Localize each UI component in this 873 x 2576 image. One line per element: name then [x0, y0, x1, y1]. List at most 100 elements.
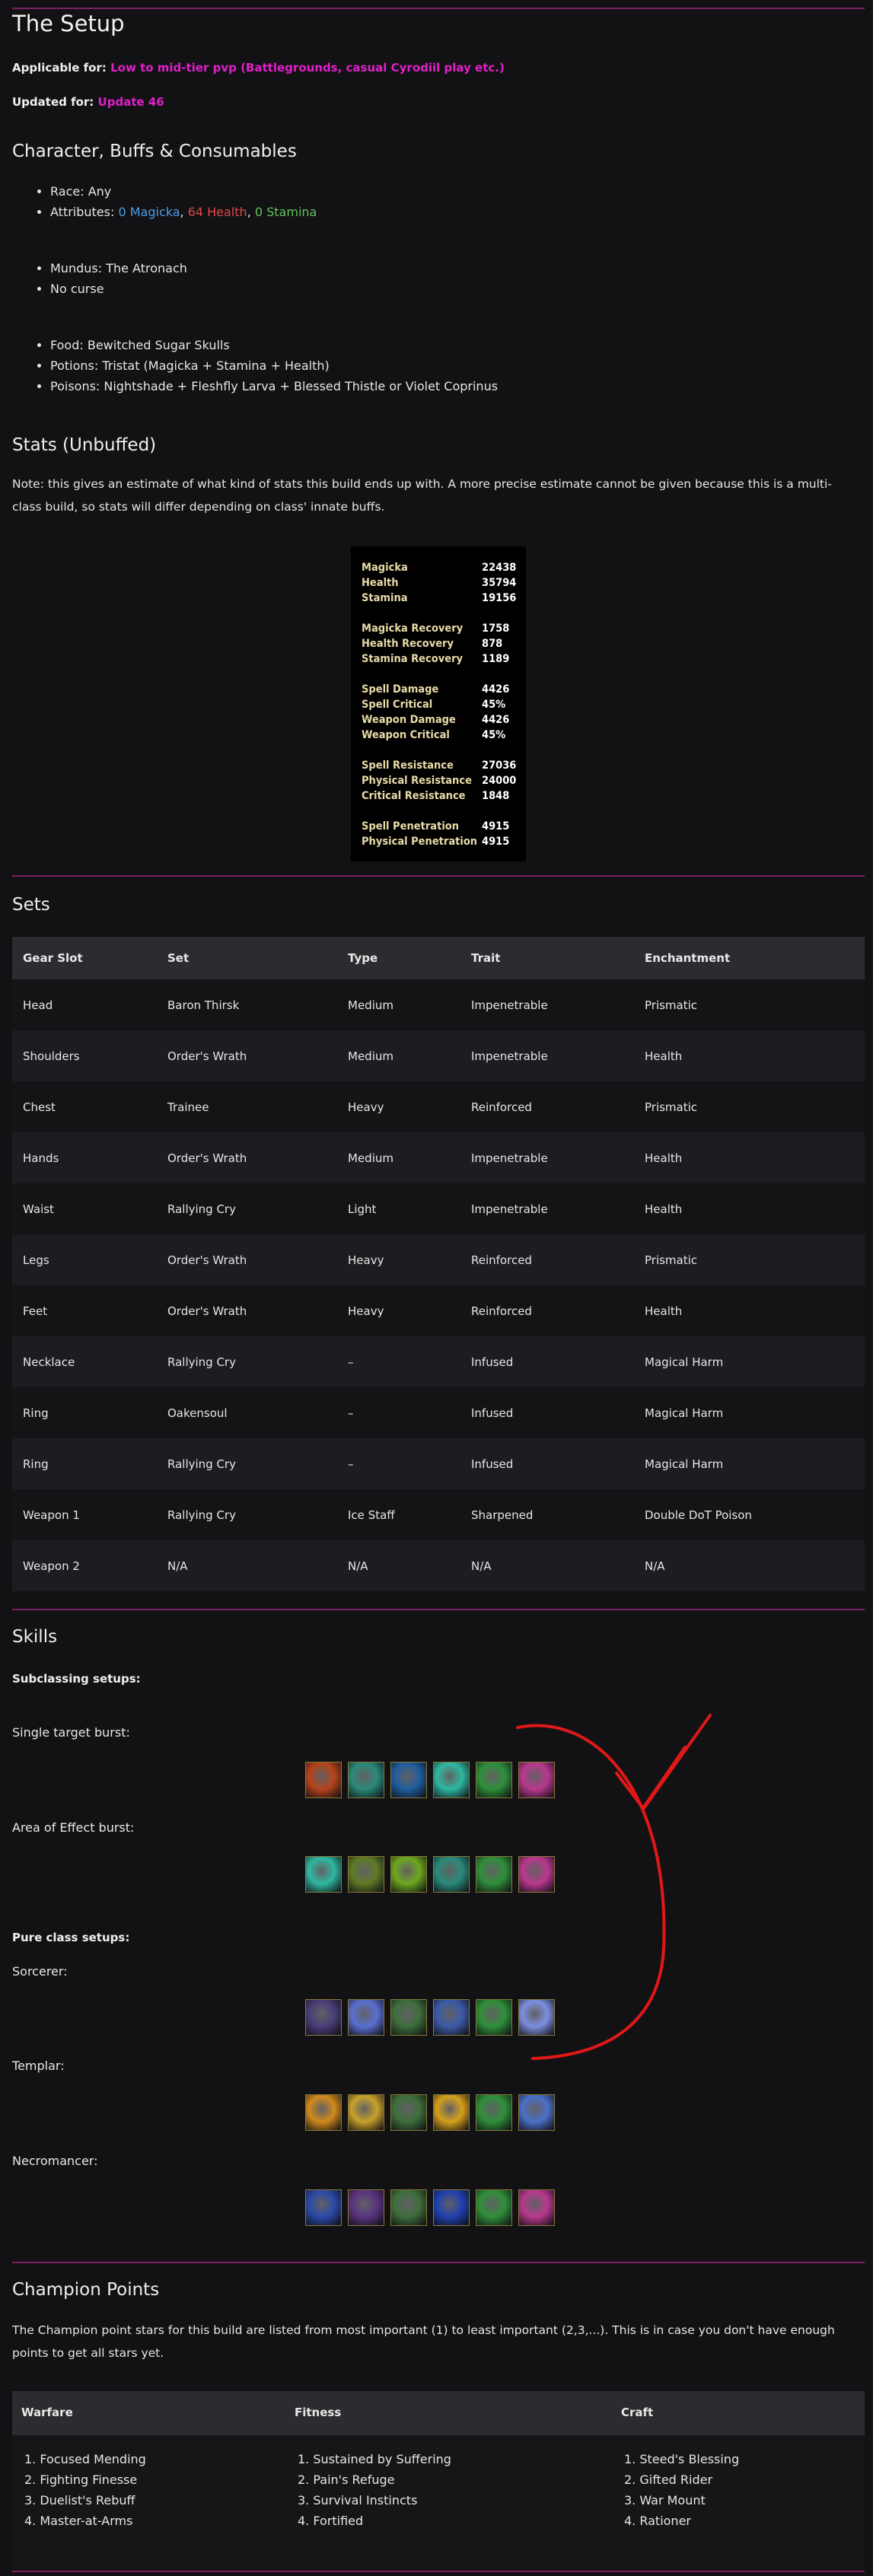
table-cell: Impenetrable [460, 979, 634, 1030]
table-cell: Health [634, 1132, 865, 1183]
table-cell: Chest [12, 1081, 157, 1132]
table-row: Necklace Rallying Cry – Infused Magical Harm [12, 1336, 865, 1387]
craft-star: 1. Steed's Blessing [624, 2452, 740, 2466]
curse-item: No curse [50, 279, 187, 299]
blue-orb-skill-icon [390, 1762, 427, 1798]
potions-item: Potions: Tristat (Magicka + Stamina + He… [50, 355, 498, 376]
sets-table: Gear Slot Set Type Trait Enchantment Hea… [12, 937, 865, 1591]
table-row: Ring Oakensoul – Infused Magical Harm [12, 1387, 865, 1438]
table-cell: Order's Wrath [157, 1030, 337, 1081]
warfare-star: 3. Duelist's Rebuff [24, 2493, 135, 2508]
table-row: Chest Trainee Heavy Reinforced Prismatic [12, 1081, 865, 1132]
necromancer-label: Necromancer: [12, 2154, 98, 2168]
table-cell: Medium [337, 979, 460, 1030]
stats-note: Note: this gives an estimate of what kin… [12, 477, 832, 514]
table-cell: Health [634, 1183, 865, 1234]
col-set: Set [157, 937, 337, 979]
stat-label: Weapon Critical [362, 729, 450, 741]
table-cell: Reinforced [460, 1081, 634, 1132]
stat-label: Health [362, 577, 399, 589]
champion-body: 1. Focused Mending 2. Fighting Finesse 3… [12, 2435, 865, 2572]
teal-beast-skill-icon [433, 1856, 470, 1893]
table-row: Feet Order's Wrath Heavy Reinforced Health [12, 1285, 865, 1336]
fire-claw-skill-icon [305, 1762, 342, 1798]
table-cell: Heavy [337, 1234, 460, 1285]
table-cell: Impenetrable [460, 1030, 634, 1081]
sun-flare-skill-icon [305, 2094, 342, 2131]
templar-label: Templar: [12, 2059, 65, 2073]
stat-label: Spell Damage [362, 683, 439, 696]
table-row: Weapon 1 Rallying Cry Ice Staff Sharpened Do… [12, 1489, 865, 1540]
stat-value: 4426 [482, 714, 510, 726]
table-cell: Rallying Cry [157, 1438, 337, 1489]
table-cell: Magical Harm [634, 1336, 865, 1387]
table-cell: Oakensoul [157, 1387, 337, 1438]
table-cell: Order's Wrath [157, 1234, 337, 1285]
applicable-label: Applicable for: [12, 61, 107, 75]
champion-heading: Champion Points [12, 2280, 160, 2300]
green-ring-skill-icon [390, 1856, 427, 1893]
sets-heading: Sets [12, 895, 50, 915]
table-cell: Rallying Cry [157, 1183, 337, 1234]
blue-skeleton-skill-icon [305, 2189, 342, 2226]
necromancer-skill-bar [305, 2189, 555, 2227]
stat-value: 27036 [482, 759, 517, 772]
updated-line: Updated for: Update 46 [12, 95, 164, 109]
stat-label: Spell Critical [362, 699, 433, 711]
olive-beast-skill-icon [348, 1856, 384, 1893]
champion-table: Warfare Fitness Craft 1. Focused Mending… [12, 2391, 865, 2572]
stat-value: 4915 [482, 820, 510, 833]
character-list: Race: Any Attributes: 0 Magicka, 64 Heal… [26, 181, 317, 222]
champion-note: The Champion point stars for this build … [12, 2323, 835, 2360]
stat-value: 878 [482, 638, 503, 650]
stat-value: 24000 [482, 775, 517, 787]
table-cell: Hands [12, 1132, 157, 1183]
table-cell: Sharpened [460, 1489, 634, 1540]
stats-heading: Stats (Unbuffed) [12, 435, 157, 455]
stats-panel: Magicka 22438 Health 35794 Stamina 19156 Magic… [351, 546, 526, 861]
table-cell: Infused [460, 1336, 634, 1387]
spear-skill-icon [390, 2094, 427, 2131]
stat-label: Health Recovery [362, 638, 454, 650]
table-cell: Health [634, 1285, 865, 1336]
fitness-star: 2. Pain's Refuge [298, 2473, 395, 2487]
sets-header-row: Gear Slot Set Type Trait Enchantment [12, 937, 865, 979]
table-cell: Weapon 1 [12, 1489, 157, 1540]
table-cell: Medium [337, 1030, 460, 1081]
fitness-star: 3. Survival Instincts [298, 2493, 418, 2508]
green-figure-skill-icon [476, 2094, 512, 2131]
divider [12, 8, 865, 9]
table-cell: N/A [337, 1540, 460, 1591]
pure-class-heading: Pure class setups: [12, 1931, 130, 1944]
craft-list: 1. Steed's Blessing 2. Gifted Rider 3. W… [613, 2449, 739, 2531]
updated-label: Updated for: [12, 95, 94, 109]
table-cell: Ice Staff [337, 1489, 460, 1540]
warfare-star: 1. Focused Mending [24, 2452, 146, 2466]
table-cell: Prismatic [634, 979, 865, 1030]
table-cell: Magical Harm [634, 1438, 865, 1489]
teal-beast-skill-icon [348, 1762, 384, 1798]
skills-heading: Skills [12, 1627, 58, 1647]
purple-beast-skill-icon [348, 2189, 384, 2226]
table-cell: N/A [460, 1540, 634, 1591]
page: The Setup Applicable for: Low to mid-tie… [0, 0, 873, 2576]
stat-label: Stamina [362, 592, 408, 604]
stat-label: Weapon Damage [362, 714, 456, 726]
divider [12, 2262, 865, 2263]
mundus-item: Mundus: The Atronach [50, 258, 187, 279]
table-cell: Health [634, 1030, 865, 1081]
table-cell: Rallying Cry [157, 1336, 337, 1387]
character-heading: Character, Buffs & Consumables [12, 142, 297, 161]
stat-value: 35794 [482, 577, 517, 589]
table-cell: – [337, 1387, 460, 1438]
table-row: Weapon 2 N/A N/A N/A N/A [12, 1540, 865, 1591]
craft-star: 4. Rationer [624, 2514, 691, 2528]
col-warfare: Warfare [21, 2406, 73, 2419]
table-cell: Heavy [337, 1285, 460, 1336]
col-fitness: Fitness [295, 2406, 342, 2419]
warfare-star: 4. Master-at-Arms [24, 2514, 133, 2528]
divider [12, 875, 865, 877]
table-row: Waist Rallying Cry Light Impenetrable Health [12, 1183, 865, 1234]
table-row: Legs Order's Wrath Heavy Reinforced Prismati… [12, 1234, 865, 1285]
stat-value: 22438 [482, 562, 517, 574]
